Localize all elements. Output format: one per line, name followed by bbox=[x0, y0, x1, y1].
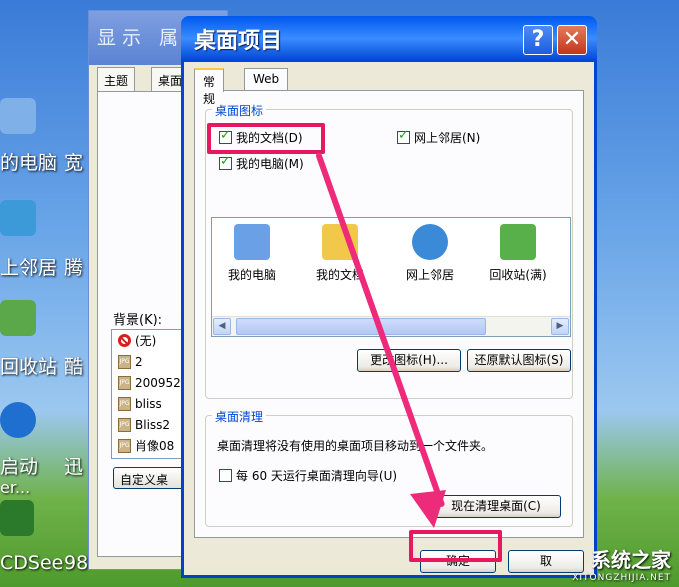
tab-web[interactable]: Web bbox=[244, 68, 289, 90]
internet-explorer-icon bbox=[0, 402, 36, 438]
desktop-icon-label: CDSee bbox=[0, 552, 64, 574]
watermark-title: 系统之家 bbox=[591, 548, 671, 572]
restore-default-button[interactable]: 还原默认图标(S) bbox=[467, 349, 571, 372]
help-button[interactable]: ? bbox=[523, 25, 553, 55]
checkbox-box[interactable] bbox=[397, 128, 410, 144]
desktop-icon-label: 回收站 bbox=[0, 356, 58, 378]
icon-label: 回收站(满) bbox=[489, 268, 547, 282]
none-icon bbox=[118, 334, 131, 347]
recycle-bin-icon bbox=[500, 224, 536, 260]
clean-desktop-now-button[interactable]: 现在清理桌面(C) bbox=[431, 495, 561, 518]
desktop-icon-label: 腾 bbox=[64, 257, 84, 279]
jpg-file-icon: JPG bbox=[118, 417, 131, 432]
desktop-icon-label: er... bbox=[0, 478, 31, 497]
acdsee-icon bbox=[0, 500, 34, 536]
desktop-items-dialog: 桌面项目 ? ✕ 常规 Web 桌面图标 我的文档(D) 网上邻居(N) 我的电… bbox=[181, 16, 597, 578]
group-title: 桌面清理 bbox=[212, 408, 267, 425]
annotation-highlight-my-documents bbox=[207, 123, 325, 154]
background-label: 背景(K): bbox=[113, 313, 163, 328]
desktop-icon-label: 酷 bbox=[64, 356, 84, 378]
group-title: 桌面图标 bbox=[212, 102, 267, 119]
scroll-thumb[interactable] bbox=[236, 318, 486, 335]
network-icon bbox=[0, 200, 36, 236]
jpg-file-icon: JPG bbox=[118, 354, 131, 369]
horizontal-scrollbar[interactable]: ◀ ▶ bbox=[212, 316, 570, 336]
desktop-icon-label: 98 bbox=[64, 552, 89, 574]
checkbox-box[interactable] bbox=[219, 154, 232, 170]
network-icon bbox=[412, 224, 448, 260]
close-button[interactable]: ✕ bbox=[557, 25, 587, 55]
icon-item-my-computer[interactable]: 我的电脑 bbox=[212, 224, 292, 283]
desktop-icon-label: 迅 bbox=[64, 456, 84, 478]
desktop-icon-label: 上邻居 bbox=[0, 257, 58, 279]
checkbox-label: 我的电脑(M) bbox=[236, 157, 304, 171]
watermark-url: XITONGZHIJIA.NET bbox=[572, 573, 671, 583]
desktop-icon-recycle-bin[interactable] bbox=[0, 300, 36, 336]
checkbox-label: 网上邻居(N) bbox=[414, 131, 481, 145]
icon-item-my-documents[interactable]: 我的文档 bbox=[300, 224, 380, 283]
desktop-icon-label: 宽 bbox=[64, 152, 84, 174]
watermark: 系统之家 XITONGZHIJIA.NET bbox=[572, 544, 671, 583]
computer-icon bbox=[0, 98, 36, 134]
annotation-arrow-head-icon bbox=[410, 490, 446, 528]
general-panel: 桌面图标 我的文档(D) 网上邻居(N) 我的电脑(M) 我的电脑 bbox=[194, 90, 584, 538]
tab-general[interactable]: 常规 bbox=[194, 68, 225, 106]
jpg-file-icon: JPG bbox=[118, 396, 131, 411]
jpg-file-icon: JPG bbox=[118, 375, 131, 390]
recycle-bin-icon bbox=[0, 300, 36, 336]
change-icon-button[interactable]: 更改图标(H)... bbox=[357, 349, 461, 372]
desktop-icon-list[interactable]: 我的电脑 我的文档 网上邻居 回收站(满) ◀ ▶ bbox=[211, 217, 571, 337]
icon-label: 我的文档 bbox=[315, 268, 364, 282]
icon-label: 网上邻居 bbox=[405, 268, 454, 282]
cleanup-wizard-checkbox[interactable]: 每 60 天运行桌面清理向导(U) bbox=[219, 467, 397, 484]
desktop-icon-ie[interactable] bbox=[0, 402, 36, 438]
cleanup-description: 桌面清理将没有使用的桌面项目移动到一个文件夹。 bbox=[217, 439, 494, 453]
icon-item-recycle-bin[interactable]: 回收站(满) bbox=[478, 224, 558, 283]
icon-label: 我的电脑 bbox=[227, 268, 276, 282]
my-computer-checkbox[interactable]: 我的电脑(M) bbox=[219, 154, 304, 172]
my-computer-icon bbox=[234, 224, 270, 260]
checkbox-box[interactable] bbox=[219, 469, 232, 482]
desktop-icon-label: 的电脑 bbox=[0, 152, 58, 174]
desktop-icon-my-computer[interactable] bbox=[0, 98, 36, 134]
checkbox-label: 每 60 天运行桌面清理向导(U) bbox=[236, 469, 398, 483]
desktop-icon-network[interactable] bbox=[0, 200, 36, 236]
tab-themes[interactable]: 主题 bbox=[97, 67, 136, 91]
desktop-icon-acdsee[interactable] bbox=[0, 500, 34, 536]
desktop-icon-label: 启动 bbox=[0, 456, 39, 478]
scroll-right-arrow-icon[interactable]: ▶ bbox=[551, 318, 569, 335]
scroll-left-arrow-icon[interactable]: ◀ bbox=[213, 318, 231, 335]
network-checkbox[interactable]: 网上邻居(N) bbox=[397, 128, 481, 146]
annotation-highlight-ok bbox=[409, 530, 502, 562]
icon-item-network[interactable]: 网上邻居 bbox=[390, 224, 470, 283]
jpg-file-icon: JPG bbox=[118, 438, 131, 453]
